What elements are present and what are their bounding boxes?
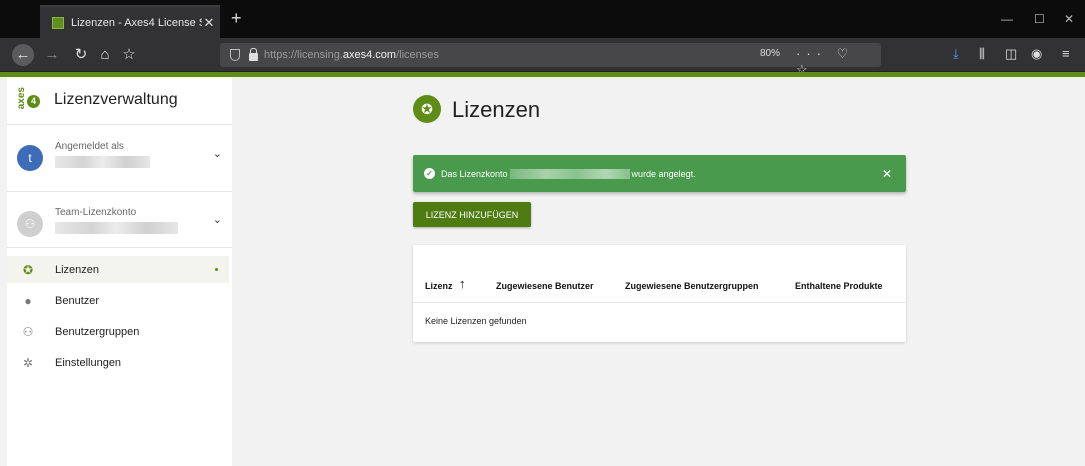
empty-state-text: Keine Lizenzen gefunden <box>425 316 527 326</box>
bookmark-icon[interactable]: ☆ <box>118 44 140 66</box>
home-icon[interactable]: ⌂ <box>94 44 116 66</box>
menu-icon[interactable]: ≡ <box>1062 46 1070 61</box>
minimize-button[interactable]: — <box>1001 12 1013 26</box>
active-indicator <box>215 268 218 271</box>
award-icon: ✪ <box>413 95 441 123</box>
sort-ascending-icon[interactable]: ↑ <box>459 276 466 291</box>
reload-icon[interactable]: ↻ <box>70 44 92 66</box>
logo-text: axes <box>16 87 27 110</box>
success-alert: ✓ Das Lizenzkonto wurde angelegt. ✕ <box>413 155 906 192</box>
licenses-table: Lizenz ↑ Zugewiesene Benutzer Zugewiesen… <box>413 245 906 342</box>
downloads-icon[interactable]: ⤓ <box>953 46 959 62</box>
user-label: Angemeldet als <box>55 141 124 152</box>
library-icon[interactable]: ⫼ <box>979 46 985 62</box>
divider <box>7 191 232 192</box>
account-icon[interactable]: ◉ <box>1031 46 1042 62</box>
window-close-button[interactable]: ✕ <box>1064 12 1074 26</box>
user-avatar: t <box>17 145 43 171</box>
sidebar-item-label: Einstellungen <box>55 356 122 369</box>
close-icon[interactable]: ✕ <box>882 167 892 181</box>
forward-button[interactable]: → <box>41 44 63 66</box>
redacted-username <box>55 156 150 168</box>
back-button[interactable]: ← <box>12 44 34 66</box>
maximize-button[interactable]: ☐ <box>1034 12 1045 26</box>
column-header-groups[interactable]: Zugewiesene Benutzergruppen <box>625 281 759 291</box>
page-title: Lizenzen <box>452 97 541 122</box>
divider <box>413 302 906 303</box>
chevron-down-icon[interactable]: ⌄ <box>213 147 222 160</box>
url-bar[interactable]: https://licensing. axes4.com/licenses 80%… <box>220 43 881 77</box>
new-tab-button[interactable]: + <box>231 9 242 27</box>
column-header-lizenz[interactable]: Lizenz <box>425 281 453 291</box>
tracking-shield-icon <box>230 49 240 61</box>
sidebar-item-lizenzen[interactable]: ✪ Lizenzen <box>7 256 229 283</box>
zoom-level[interactable]: 80% <box>760 48 780 59</box>
gear-icon: ✲ <box>22 355 34 370</box>
browser-toolbar: ← → ↻ ⌂ ☆ https://licensing. axes4.com/li… <box>0 38 1085 77</box>
add-license-button[interactable]: LIZENZ HINZUFÜGEN <box>413 202 531 227</box>
sidebar-item-benutzer[interactable]: ● Benutzer <box>7 287 229 314</box>
tab-title: Lizenzen - Axes4 License Server <box>71 16 202 29</box>
divider <box>7 124 232 125</box>
column-header-users[interactable]: Zugewiesene Benutzer <box>496 281 594 291</box>
axes4-logo: axes 4 <box>16 87 40 117</box>
chevron-down-icon[interactable]: ⌄ <box>213 213 222 226</box>
team-label: Team-Lizenzkonto <box>55 207 137 218</box>
favicon-icon <box>52 16 64 29</box>
user-icon: ● <box>24 293 32 308</box>
team-avatar: ⚇ <box>17 211 43 237</box>
alert-text-before: Das Lizenzkonto <box>441 168 508 179</box>
users-icon: ⚇ <box>22 324 34 339</box>
team-account-selector[interactable]: ⚇ Team-Lizenzkonto ⌄ <box>17 207 222 247</box>
sidebar-toggle-icon[interactable]: ◫ <box>1005 46 1017 62</box>
url-host: axes4.com <box>342 49 397 61</box>
sidebar-item-einstellungen[interactable]: ✲ Einstellungen <box>7 349 229 376</box>
url-path: /licenses <box>396 49 439 61</box>
award-icon: ✪ <box>22 262 34 277</box>
column-header-products[interactable]: Enthaltene Produkte <box>795 281 883 291</box>
sidebar-item-benutzergruppen[interactable]: ⚇ Benutzergruppen <box>7 318 229 345</box>
user-account-selector[interactable]: t Angemeldet als ⌄ <box>17 141 222 181</box>
alert-text-after: wurde angelegt. <box>631 168 696 179</box>
sidebar: axes 4 Lizenzverwaltung t Angemeldet als… <box>7 77 232 466</box>
check-circle-icon: ✓ <box>424 168 435 179</box>
lock-icon <box>249 48 258 61</box>
redacted-account-name <box>509 168 630 179</box>
browser-tab-bar: Lizenzen - Axes4 License Server ✕ + — ☐ … <box>0 0 1085 38</box>
sidebar-item-label: Benutzer <box>55 294 100 307</box>
app-title: Lizenzverwaltung <box>54 91 178 108</box>
divider <box>7 247 232 248</box>
logo-digit: 4 <box>27 95 40 108</box>
redacted-team-name <box>55 222 178 234</box>
url-scheme: https://licensing. <box>264 49 343 61</box>
sidebar-item-label: Lizenzen <box>55 263 100 276</box>
sidebar-item-label: Benutzergruppen <box>55 325 140 338</box>
tab-close-icon[interactable]: ✕ <box>202 15 216 31</box>
browser-tab[interactable]: Lizenzen - Axes4 License Server ✕ <box>40 5 220 38</box>
